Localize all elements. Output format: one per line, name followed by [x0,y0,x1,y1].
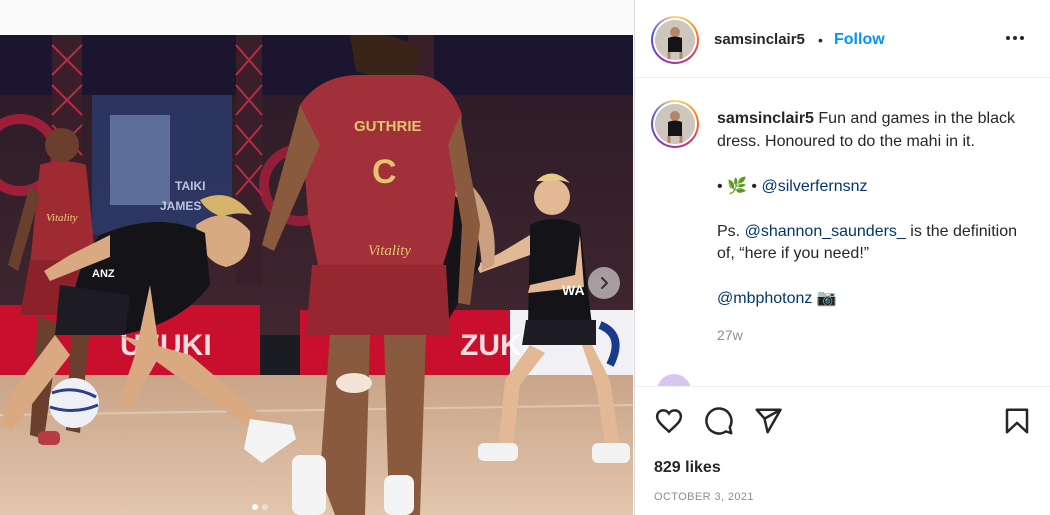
comment-icon [705,407,733,435]
caption-line-3: Ps. @shannon_saunders_ is the definition… [717,221,1035,266]
like-button[interactable] [654,406,684,436]
caption-timestamp[interactable]: 27w [717,327,743,343]
svg-text:JAMES: JAMES [160,199,201,213]
send-icon [755,408,782,434]
author-avatar[interactable] [651,16,699,64]
svg-text:Vitality: Vitality [46,212,78,224]
comments-area: samsinclair5 Fun and games in the black … [635,78,1050,386]
jersey-letter: C [372,153,397,191]
carousel-next-button[interactable] [588,267,620,299]
likes-count[interactable]: 829 likes [654,459,721,477]
post-media[interactable]: TAIKI JAMES UZUKI ZUKI Vitality ANZ WA G… [0,35,633,515]
caption-line-4: @mbphotonz 📷 [717,288,1035,311]
more-horizontal-icon [1005,36,1026,40]
bookmark-icon [1005,408,1029,434]
caption-emoji-row: • 🌿 • [717,177,758,195]
post-sidebar: samsinclair5 • Follow samsinclair5 Fun a… [634,0,1050,515]
caption-username[interactable]: samsinclair5 [717,110,814,127]
caption-author-avatar[interactable] [651,100,699,148]
caption-line-1: samsinclair5 Fun and games in the black … [717,108,1035,153]
more-options-button[interactable] [1003,26,1027,50]
jersey-name: GUTHRIE [354,118,422,135]
chevron-right-icon [601,277,608,289]
carousel-dot-2 [262,504,268,510]
caption-line-2: • 🌿 • @silverfernsnz [717,176,1035,199]
netball-match-photo: TAIKI JAMES UZUKI ZUKI Vitality ANZ WA G… [0,35,633,515]
mention-mbphotonz[interactable]: @mbphotonz [717,290,812,307]
camera-emoji: 📷 [816,290,837,307]
author-username[interactable]: samsinclair5 [714,31,805,48]
caption-avatar-photo [655,104,695,144]
mention-shannon-saunders[interactable]: @shannon_saunders_ [745,223,906,240]
page-top-strip [0,0,634,35]
carousel-dot-1 [252,504,258,510]
post-actions: 829 likes OCTOBER 3, 2021 [635,386,1050,515]
svg-text:WA: WA [562,282,585,298]
svg-text:TAIKI: TAIKI [175,179,205,193]
mention-silverfernsnz[interactable]: @silverfernsnz [761,178,867,195]
next-comment-avatar[interactable] [657,374,691,386]
header-separator: • [818,32,823,48]
caption-text: samsinclair5 Fun and games in the black … [717,108,1035,311]
comment-button[interactable] [704,406,734,436]
heart-icon [655,409,683,434]
follow-button[interactable]: Follow [834,31,885,49]
jersey-sponsor: Vitality [368,243,411,259]
avatar-photo [655,20,695,60]
save-button[interactable] [1002,406,1032,436]
share-button[interactable] [753,406,783,436]
carousel-indicator [252,504,268,510]
post-frame: TAIKI JAMES UZUKI ZUKI Vitality ANZ WA G… [0,0,1050,515]
svg-text:ZUKI: ZUKI [460,329,530,362]
post-date[interactable]: OCTOBER 3, 2021 [654,491,754,503]
post-header: samsinclair5 • Follow [635,0,1050,78]
svg-text:ANZ: ANZ [92,268,115,280]
caption-ps: Ps. [717,222,741,240]
